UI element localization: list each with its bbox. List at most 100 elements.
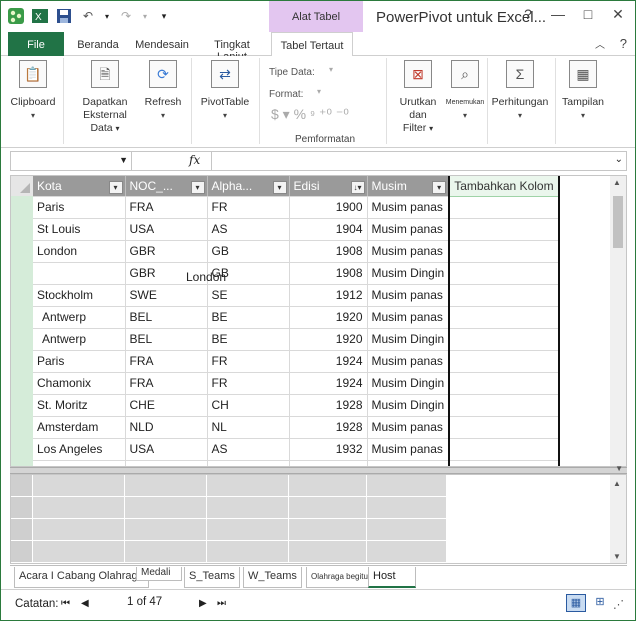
table-cell[interactable]: 1908 <box>289 262 368 285</box>
calc-cell[interactable] <box>289 519 367 541</box>
table-cell[interactable]: London <box>33 240 126 263</box>
calc-cell[interactable] <box>33 497 125 519</box>
add-column-cell[interactable] <box>448 460 561 466</box>
get-external-data-button[interactable]: 🗎 Dapatkan Eksternal Data ▾ <box>69 60 141 135</box>
grid-vertical-scrollbar[interactable]: ▲ <box>610 176 626 466</box>
sheet-tab-olahraga[interactable]: Olahraga begitu <box>306 567 373 588</box>
add-column-cell[interactable] <box>448 306 561 329</box>
sort-filter-icon[interactable]: ↓▾ <box>350 180 365 194</box>
table-cell[interactable]: Musim panas <box>367 416 450 439</box>
fx-icon[interactable]: fx <box>189 153 200 167</box>
column-header-kota[interactable]: Kota ▾ <box>33 176 126 197</box>
add-column-cell[interactable] <box>448 372 561 395</box>
table-cell[interactable]: Musim panas <box>367 350 450 373</box>
column-header-alpha[interactable]: Alpha... ▾ <box>207 176 290 197</box>
table-cell[interactable]: Lake Placid <box>33 460 126 466</box>
scroll-up-icon[interactable]: ▲ <box>613 178 621 187</box>
calc-cell[interactable] <box>207 541 289 563</box>
add-column-cell[interactable] <box>448 394 561 417</box>
table-cell[interactable]: Musim panas <box>367 196 450 219</box>
data-type-dropdown[interactable]: ▾ <box>329 65 333 74</box>
table-cell[interactable]: BEL <box>125 328 208 351</box>
scroll-thumb[interactable] <box>613 196 623 248</box>
calc-vertical-scrollbar[interactable]: ▲ ▼ <box>610 475 626 563</box>
customize-qat-icon[interactable]: ▾ <box>155 7 173 25</box>
calc-cell[interactable] <box>33 519 125 541</box>
table-cell[interactable]: SWE <box>125 284 208 307</box>
table-cell[interactable]: Antwerp <box>33 328 126 351</box>
sheet-tab-acara[interactable]: Acara I Cabang Olahraga <box>14 567 149 588</box>
next-record-icon[interactable]: ▶ <box>199 598 207 609</box>
undo-icon[interactable]: ↶ <box>79 7 97 25</box>
name-box[interactable]: ▼ <box>11 152 132 170</box>
view-button[interactable]: ▦ Tampilan ▾ <box>561 60 605 122</box>
table-cell[interactable]: 1900 <box>289 196 368 219</box>
add-column-cell[interactable] <box>448 196 561 219</box>
currency-icon[interactable]: $ ▾ % ⁹ ⁺⁰ ⁻⁰ <box>271 106 349 123</box>
table-cell[interactable]: 1928 <box>289 416 368 439</box>
undo-dropdown-icon[interactable]: ▾ <box>103 7 111 25</box>
add-column-cell[interactable] <box>448 328 561 351</box>
table-cell[interactable]: 1928 <box>289 394 368 417</box>
table-cell[interactable]: GBR <box>125 240 208 263</box>
table-cell[interactable]: Musim Dingin <box>367 394 450 417</box>
calculation-area[interactable]: ▲ ▼ <box>10 474 627 564</box>
calc-cell[interactable] <box>125 497 207 519</box>
calc-cell[interactable] <box>207 497 289 519</box>
scroll-down-icon[interactable]: ▼ <box>613 552 621 561</box>
calculations-button[interactable]: Σ Perhitungan ▾ <box>491 60 549 122</box>
table-cell[interactable]: 1932 <box>289 438 368 461</box>
calc-cell[interactable] <box>125 519 207 541</box>
pane-splitter[interactable]: ▼ <box>10 464 627 474</box>
table-cell[interactable]: Musim Dingin <box>367 328 450 351</box>
table-cell[interactable]: CH <box>207 394 290 417</box>
table-cell[interactable] <box>33 262 126 285</box>
tab-tingkat-lanjut[interactable]: Tingkat Lanjut <box>199 32 265 63</box>
calc-cell[interactable] <box>33 475 125 497</box>
table-cell[interactable]: Musim panas <box>367 284 450 307</box>
table-cell[interactable]: Amsterdam <box>33 416 126 439</box>
table-cell[interactable]: USA <box>125 460 208 466</box>
tab-mendesain[interactable]: Mendesain <box>133 32 191 56</box>
table-cell[interactable]: 1920 <box>289 328 368 351</box>
table-cell[interactable]: BE <box>207 328 290 351</box>
refresh-button[interactable]: ⟳ Refresh ▾ <box>141 60 185 122</box>
calc-cell[interactable] <box>125 541 207 563</box>
calc-cell[interactable] <box>289 497 367 519</box>
select-all-corner[interactable] <box>11 176 33 196</box>
table-cell[interactable]: Musim panas <box>367 306 450 329</box>
expand-formula-icon[interactable]: ⌄ <box>615 154 623 165</box>
table-cell[interactable]: GB <box>207 240 290 263</box>
table-cell[interactable]: Chamonix <box>33 372 126 395</box>
column-header-edisi[interactable]: Edisi ↓▾ <box>289 176 368 197</box>
filter-dropdown-icon[interactable]: ▾ <box>272 180 287 194</box>
tab-file[interactable]: File <box>8 32 64 56</box>
sort-filter-button[interactable]: ⊠ Urutkan dan Filter ▾ <box>391 60 445 135</box>
table-cell[interactable]: 1924 <box>289 350 368 373</box>
table-cell[interactable]: Winter <box>367 460 450 466</box>
add-column-header[interactable]: Tambahkan Kolom <box>448 176 561 197</box>
table-cell[interactable]: FR <box>207 372 290 395</box>
add-column-cell[interactable] <box>448 262 561 285</box>
table-cell[interactable]: Musim Dingin <box>367 372 450 395</box>
table-cell[interactable]: FR <box>207 196 290 219</box>
calc-cell[interactable] <box>367 541 447 563</box>
table-cell[interactable]: US <box>207 460 290 466</box>
table-cell[interactable]: AS <box>207 438 290 461</box>
first-record-icon[interactable]: ⏮ <box>61 598 70 609</box>
scroll-up-icon[interactable]: ▲ <box>613 479 621 488</box>
add-column-cell[interactable] <box>448 240 561 263</box>
table-cell[interactable]: Musim Dingin <box>367 262 450 285</box>
table-cell[interactable]: St Louis <box>33 218 126 241</box>
table-cell[interactable]: CHE <box>125 394 208 417</box>
add-column-cell[interactable] <box>448 438 561 461</box>
table-cell[interactable]: Musim panas <box>367 438 450 461</box>
table-cell[interactable]: FRA <box>125 196 208 219</box>
calc-cell[interactable] <box>207 519 289 541</box>
table-cell[interactable]: FRA <box>125 350 208 373</box>
column-header-noc[interactable]: NOC_... ▾ <box>125 176 208 197</box>
help-window-button[interactable]: ? <box>513 3 543 25</box>
table-cell[interactable]: BE <box>207 306 290 329</box>
table-cell[interactable]: Paris <box>33 350 126 373</box>
table-cell[interactable]: St. Moritz <box>33 394 126 417</box>
